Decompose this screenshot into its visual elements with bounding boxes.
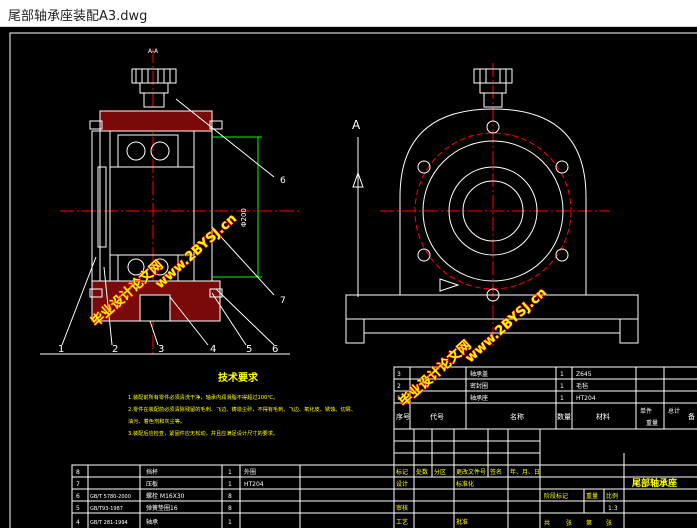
pr-row-2-mat: 毛毡: [576, 382, 588, 390]
pl-row-2-qty: 1: [228, 481, 232, 488]
pl-row-3-no: 6: [76, 493, 80, 500]
ph-code: 代号: [430, 412, 444, 421]
pr-row-2-qty: 1: [560, 383, 564, 390]
technical-requirements: 技术要求 1.装配前所有零件必须清洗干净，轴承内润滑脂不得超过100℃。 2.零…: [128, 371, 356, 437]
pl-row-4-no: 5: [76, 505, 80, 512]
pl-row-2-mat: HT204: [244, 481, 264, 488]
tb-process: 工艺: [396, 518, 408, 526]
watermark-url-2: www.2BYSJ.cn: [463, 285, 550, 366]
tb-approve: 批准: [456, 518, 468, 526]
pl-row-4-code: GB/T93-1987: [90, 506, 123, 512]
callout-6: 6: [280, 176, 286, 186]
pl-row-2-name: 压板: [146, 480, 158, 488]
watermark-url-1: www.2BYSJ.cn: [153, 211, 240, 292]
dimension-label: Φ200: [240, 208, 248, 227]
tb-label-mark: 标记: [396, 468, 408, 476]
tech-title: 技术要求: [218, 371, 259, 384]
tech-line-1: 1.装配前所有零件必须清洗干净，轴承内润滑脂不得超过100℃。: [128, 393, 278, 401]
pr-row-1-mat: Z645: [576, 371, 592, 378]
tb-label-date: 年、月、日: [510, 468, 540, 476]
tb-sheet: 张: [566, 519, 572, 527]
tb-label-count: 处数: [416, 468, 428, 476]
cad-drawing-canvas[interactable]: A-A Φ200 6 7 1 2 3 4 5 6 A 技术要求 1.装配前所有零…: [0, 27, 697, 528]
section-mark-top: A-A: [148, 48, 159, 55]
tech-line-3: 油污、着色剂和灰尘等。: [128, 417, 185, 425]
pl-row-5-name: 轴承: [146, 518, 158, 526]
ph-note: 备: [688, 412, 695, 421]
tb-label-sign: 签名: [490, 468, 502, 476]
balloon-2: 2: [112, 344, 118, 355]
cad-drawing: A-A Φ200 6 7 1 2 3 4 5 6 A 技术要求 1.装配前所有零…: [9, 32, 697, 528]
tb-weight: 重量: [586, 492, 598, 500]
balloon-5: 5: [246, 344, 252, 355]
window-title: 尾部轴承座装配A3.dwg: [8, 9, 148, 24]
pr-row-2-name: 密封圈: [470, 382, 488, 390]
balloon-1: 1: [58, 344, 64, 355]
ph-weight: 重量: [646, 419, 658, 427]
tb-sheets: 共: [544, 519, 550, 527]
pr-row-1-no: 3: [397, 371, 401, 378]
tb-of: 第: [586, 519, 592, 527]
pl-row-4-qty: 8: [228, 505, 232, 512]
tb-std: 标准化: [456, 480, 474, 488]
tb-audit: 审核: [396, 504, 408, 512]
pr-row-3-name: 轴承座: [470, 394, 488, 402]
pl-row-5-qty: 1: [228, 519, 232, 526]
tech-line-2: 2.零件在装配前必须清除残留的毛刺、飞边、铸造尘砂，不得有毛刺、飞边、氧化皮、锈…: [128, 405, 356, 413]
ph-total: 总计: [668, 407, 680, 415]
tb-label-zone: 分区: [434, 468, 446, 476]
pl-row-1-no: 8: [76, 469, 80, 476]
pr-row-3-mat: HT204: [576, 395, 596, 402]
ph-unit: 单件: [640, 407, 652, 415]
section-view-left: A-A Φ200 6 7 1 2 3 4 5 6: [40, 48, 300, 357]
callout-7: 7: [280, 296, 286, 306]
ph-name: 名称: [510, 412, 524, 421]
tb-label-file: 更改文件号: [456, 468, 486, 476]
pl-row-5-no: 4: [76, 519, 80, 526]
pl-row-4-name: 弹簧垫圈16: [146, 504, 178, 512]
tb-title: 尾部轴承座: [631, 477, 677, 489]
balloon-3: 3: [158, 344, 164, 355]
tb-design: 设计: [396, 480, 408, 488]
section-mark-a: A: [352, 118, 361, 132]
pl-row-5-code: GB/T 281-1994: [90, 520, 128, 526]
watermark-text-2: 毕业设计论文网: [396, 337, 474, 410]
tech-line-4: 3.装配后应检查，紧固件应无松动，并且应满足设计尺寸的要求。: [128, 429, 278, 437]
ph-mat: 材料: [596, 412, 610, 421]
pr-row-1-name: 轴承盖: [470, 370, 488, 378]
tb-zhang: 张: [606, 519, 612, 527]
pr-row-1-qty: 1: [560, 371, 564, 378]
pl-row-3-name: 螺栓 M16X30: [146, 492, 185, 500]
tb-stage: 阶段标记: [544, 492, 568, 500]
pl-row-1-qty: 1: [228, 469, 232, 476]
pl-row-2-no: 7: [76, 481, 80, 488]
pr-row-2-no: 2: [397, 383, 401, 390]
tb-scale-value: 1:3: [608, 505, 618, 512]
front-view-right: A: [345, 63, 639, 347]
pl-row-3-qty: 8: [228, 493, 232, 500]
pr-row-3-qty: 1: [560, 395, 564, 402]
ph-qty: 数量: [557, 412, 571, 421]
balloon-6: 6: [272, 344, 278, 355]
pl-row-1-mat: 外圈: [244, 468, 256, 476]
pl-row-1-name: 挡杯: [146, 468, 158, 476]
ph-no: 序号: [396, 412, 410, 421]
pl-row-3-code: GB/T 5780-2000: [90, 494, 131, 500]
tb-scale: 比例: [606, 492, 618, 500]
window-titlebar: 尾部轴承座装配A3.dwg: [0, 0, 697, 27]
balloon-4: 4: [210, 344, 216, 355]
